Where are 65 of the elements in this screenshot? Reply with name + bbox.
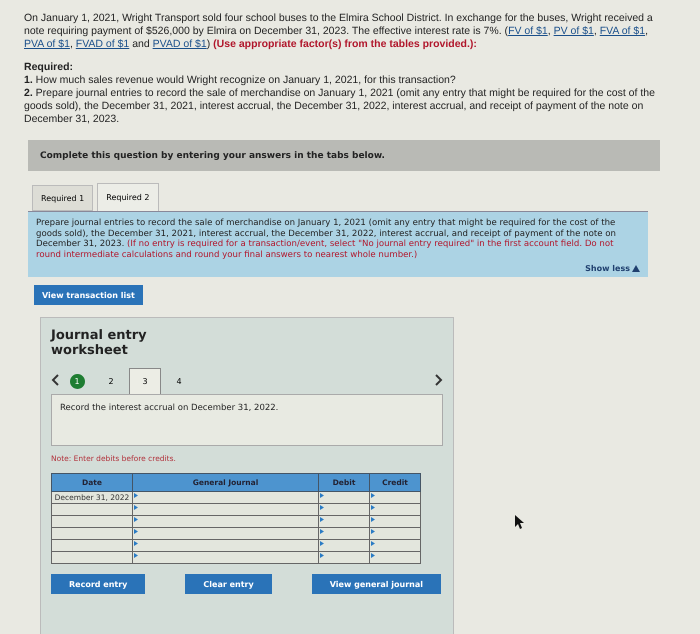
factor-table-link[interactable]: FVA of $1 <box>600 25 646 37</box>
entry-input-field[interactable] <box>132 552 318 564</box>
triangle-marker-icon <box>320 529 324 534</box>
triangle-marker-icon <box>320 505 324 510</box>
factor-table-link[interactable]: PVAD of $1 <box>152 38 207 50</box>
triangle-marker-icon <box>320 553 324 558</box>
triangle-marker-icon <box>371 553 375 558</box>
entry-input-field[interactable] <box>132 492 318 504</box>
worksheet-action-button[interactable]: Clear entry <box>185 574 272 594</box>
entry-input-field[interactable] <box>370 552 420 564</box>
problem-statement: On January 1, 2021, Wright Transport sold four school buses to the Elmira School District. In exchange for the buses, Wright received a note requiring payment of $526,000 by Elmira on December 31, 2023. The effective interest rate is 7%. (FV of $1, PV of $1, FVA of $1, PVA of $1, FVAD of $1 and PVAD of $1) (Use appropriate factor(s) from the tables provided.): <box>24 12 654 51</box>
requirement-tab[interactable]: Required 1 <box>32 185 94 211</box>
triangle-up-icon <box>632 265 640 272</box>
entry-input-field[interactable] <box>370 528 420 540</box>
entry-input-field[interactable] <box>370 540 420 552</box>
worksheet-title: Journal entry worksheet <box>51 328 148 358</box>
entry-prompt-text: Record the interest accrual on December 31, 2022. <box>60 403 278 413</box>
triangle-marker-icon <box>371 541 375 546</box>
triangle-marker-icon <box>134 529 138 534</box>
triangle-marker-icon <box>371 517 375 522</box>
entry-step-tab[interactable]: 4 <box>163 368 195 394</box>
entry-step-tab[interactable]: 3 <box>129 368 161 394</box>
worksheet-action-button[interactable]: View general journal <box>312 574 441 594</box>
triangle-marker-icon <box>371 505 375 510</box>
entry-input-field[interactable] <box>370 516 420 528</box>
triangle-marker-icon <box>371 493 375 498</box>
entry-input-field[interactable] <box>370 492 420 504</box>
entry-input-field[interactable] <box>318 540 370 552</box>
entry-input-field[interactable] <box>132 528 318 540</box>
chevron-right-icon[interactable] <box>435 374 443 386</box>
entry-input-field[interactable] <box>132 540 318 552</box>
triangle-marker-icon <box>134 505 138 510</box>
required-heading: Required: <box>24 61 74 74</box>
triangle-marker-icon <box>320 493 324 498</box>
triangle-marker-icon <box>371 529 375 534</box>
triangle-marker-icon <box>320 541 324 546</box>
entry-input-field[interactable] <box>318 552 370 564</box>
instruction-banner: Complete this question by entering your answers in the tabs below. <box>28 140 660 171</box>
entry-step-tab[interactable]: 2 <box>95 368 127 394</box>
instructions-text: Prepare journal entries to record the sale of merchandise on January 1, 2021 (omit any entry that might be required for the cost of the goods sold), the December 31, 2021, interest accrual, the December 31, 2022, interest accrual, and receipt of payment of the note on December 31, 2023. (If no entry is required for a transaction/event, select "No journal entry required" in the first account field. Do not round intermediate calculations and round your final answers to nearest whole number.) <box>36 218 617 260</box>
triangle-marker-icon <box>134 541 138 546</box>
factor-table-link[interactable]: PVA of $1 <box>24 38 70 50</box>
show-less-link[interactable]: Show less <box>585 264 640 273</box>
entry-input-field[interactable] <box>318 528 370 540</box>
worksheet-action-button[interactable]: Record entry <box>51 574 146 594</box>
entry-input-field[interactable] <box>318 516 370 528</box>
chevron-left-icon[interactable] <box>51 374 59 386</box>
requirement-text: 2. Prepare journal entries to record the sale of merchandise on January 1, 2021 (omit any entry that might be required for the cost of the goods sold), the December 31, 2021, interest accrual, the December 31, 2022, interest accrual, and receipt of payment of the note on December 31, 2023. <box>24 87 656 126</box>
factor-table-link[interactable]: FVAD of $1 <box>76 38 130 50</box>
requirement-tab[interactable]: Required 2 <box>97 183 158 211</box>
requirement-text: 1. How much sales revenue would Wright recognize on January 1, 2021, for this transaction? <box>24 74 457 87</box>
entry-input-field[interactable] <box>318 504 370 516</box>
entry-input-field[interactable] <box>370 504 420 516</box>
entry-input-field[interactable] <box>318 492 370 504</box>
entry-step-tab[interactable]: 1 <box>61 368 93 394</box>
entry-input-field[interactable] <box>132 504 318 516</box>
entry-input-field[interactable] <box>132 516 318 528</box>
factor-table-link[interactable]: FV of $1 <box>508 25 548 37</box>
view-transaction-list-button[interactable]: View transaction list <box>34 285 143 305</box>
triangle-marker-icon <box>134 517 138 522</box>
triangle-marker-icon <box>134 493 138 498</box>
triangle-marker-icon <box>320 517 324 522</box>
mouse-pointer-icon <box>515 515 525 530</box>
triangle-marker-icon <box>134 553 138 558</box>
factor-table-link[interactable]: PV of $1 <box>554 25 594 37</box>
